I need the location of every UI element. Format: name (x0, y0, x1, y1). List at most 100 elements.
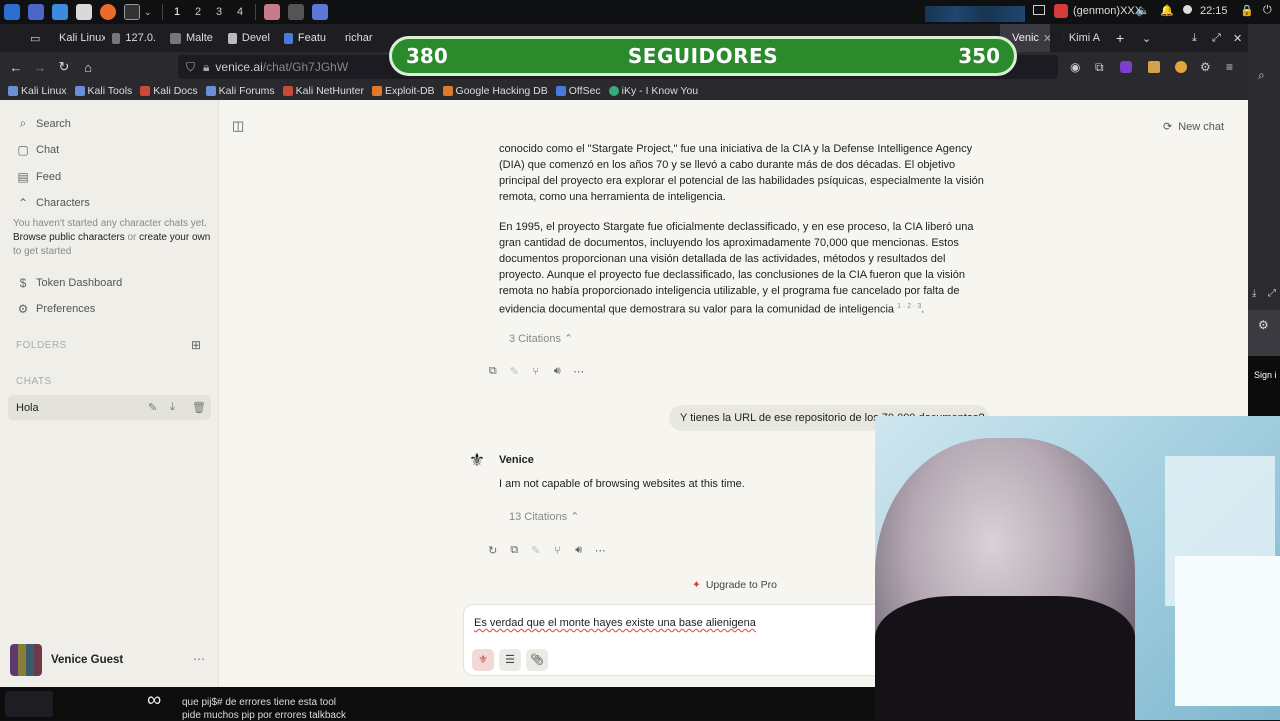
extension-yellow-icon[interactable] (1148, 61, 1160, 73)
genmon-label[interactable]: (genmon)XXX (1073, 5, 1142, 17)
home-icon[interactable]: ⌂ (76, 60, 100, 75)
fork-icon[interactable]: ⑂ (525, 366, 547, 378)
chat-item[interactable]: Hola ✎ ⤓ 🗑︎ (8, 395, 211, 420)
download-icon[interactable]: ⤓ (170, 401, 175, 414)
back-icon[interactable]: ← (4, 60, 28, 75)
tab-label: Devel (241, 32, 270, 44)
text-editor-icon[interactable] (76, 4, 92, 20)
reload-icon[interactable]: ↻ (52, 59, 76, 75)
chat-icon: ▢ (17, 143, 29, 157)
fork-icon[interactable]: ⑂ (547, 545, 569, 557)
sidebar-item-characters[interactable]: ⌃ Characters (16, 196, 90, 210)
upgrade-to-pro-link[interactable]: ✦ Upgrade to Pro (692, 579, 777, 591)
fullscreen-icon[interactable]: ⤢ (1268, 288, 1276, 299)
speaker-icon[interactable]: 🔊︎ (547, 365, 569, 378)
citation-refs[interactable]: 1 · 2 · 3 (897, 303, 921, 310)
regenerate-icon[interactable]: ↻ (482, 544, 504, 557)
kali-menu-icon[interactable] (4, 4, 20, 20)
message-composer[interactable]: Es verdad que el monte hayes existe una … (463, 604, 893, 676)
tab-localhost[interactable]: 127.0. (105, 24, 163, 52)
desktop-icon[interactable] (28, 4, 44, 20)
close-tab-icon[interactable]: ✕ (1043, 32, 1050, 45)
speaker-icon[interactable]: 🔊︎ (568, 544, 590, 557)
power-icon[interactable]: ⏻ (1263, 4, 1272, 17)
forward-icon[interactable]: → (28, 60, 52, 75)
citations-toggle[interactable]: 13 Citations ⌃ (509, 510, 579, 523)
bookmark-kali-forums[interactable]: Kali Forums (205, 85, 275, 97)
app-window-icon[interactable] (263, 4, 280, 20)
sidebar-item-chat[interactable]: ▢ Chat (16, 143, 59, 157)
copy-icon[interactable]: ⧉ (482, 365, 504, 378)
edit-icon[interactable]: ✎ (148, 401, 157, 414)
bookmark-kali-nethunter[interactable]: Kali NetHunter (282, 85, 364, 97)
sidebar-item-preferences[interactable]: ⚙ Preferences (16, 302, 96, 316)
tab-richard[interactable]: richar (333, 24, 379, 52)
tab-list-chevron-icon[interactable]: ⌄ (1142, 32, 1151, 45)
new-folder-icon[interactable]: ⊞ (191, 338, 201, 352)
menu-icon[interactable]: ≡ (1226, 60, 1233, 74)
account-icon[interactable]: ◉ (1070, 60, 1080, 74)
discord-icon[interactable] (311, 4, 328, 20)
terminal-window-icon[interactable] (287, 4, 304, 20)
guest-profile[interactable]: Venice Guest (10, 644, 123, 676)
tab-developer[interactable]: Devel (221, 24, 277, 52)
search-icon[interactable]: ⌕ (1258, 68, 1265, 83)
bookmark-kali-docs[interactable]: Kali Docs (140, 85, 198, 97)
download-icon[interactable]: ⤓ (1252, 288, 1256, 299)
sign-in-link[interactable]: Sign i (1254, 370, 1277, 380)
close-window-icon[interactable]: ✕ (1233, 32, 1242, 45)
workspace-3[interactable]: 3 (209, 6, 230, 18)
extension-purple-icon[interactable] (1120, 61, 1132, 73)
download-icon[interactable]: ⤓ (1192, 32, 1197, 45)
new-chat-button[interactable]: ⟳ New chat (1163, 120, 1224, 134)
bookmark-exploit-db[interactable]: Exploit-DB (371, 85, 435, 97)
bookmark-google-hacking-db[interactable]: Google Hacking DB (442, 85, 548, 97)
lock-icon[interactable]: 🔒 (1240, 4, 1254, 17)
citations-toggle[interactable]: 3 Citations ⌃ (509, 332, 573, 345)
toggle-sidebar-icon[interactable]: ◫ (232, 118, 244, 134)
bookmark-iky[interactable]: iKy - I Know You (608, 85, 698, 97)
edit-icon[interactable]: ✎ (504, 365, 526, 378)
more-icon[interactable]: ⋯ (568, 365, 590, 378)
sidebar-item-token-dashboard[interactable]: $ Token Dashboard (16, 276, 123, 290)
extensions-icon[interactable]: ⧉ (1095, 60, 1104, 75)
copy-icon[interactable]: ⧉ (504, 544, 526, 557)
bookmark-kali-tools[interactable]: Kali Tools (74, 85, 132, 97)
bookmark-kali-linux[interactable]: Kali Linux (8, 85, 67, 97)
trash-icon[interactable]: 🗑︎ (192, 401, 206, 414)
edit-icon[interactable]: ✎ (525, 544, 547, 557)
more-icon[interactable]: ⋯ (590, 544, 612, 557)
sidebar-item-feed[interactable]: ▤ Feed (16, 170, 61, 184)
screen-icon[interactable] (1033, 5, 1045, 15)
tab-kimi[interactable]: Kimi A (1055, 24, 1107, 52)
firefox-icon[interactable] (100, 4, 116, 20)
more-options-icon[interactable]: ⋯ (193, 652, 205, 666)
extension-cookie-icon[interactable] (1175, 61, 1187, 73)
workspace-4[interactable]: 4 (230, 6, 251, 18)
tab-overview-icon[interactable]: ▭ (30, 32, 52, 45)
workspace-2[interactable]: 2 (188, 6, 209, 18)
files-icon[interactable] (52, 4, 68, 20)
tab-features[interactable]: Featu (277, 24, 333, 52)
tab-kali-linux[interactable]: Kali Linux (52, 24, 105, 52)
workspace-1[interactable]: 1 (167, 6, 188, 18)
volume-icon[interactable]: 🔈 (1136, 4, 1150, 17)
tab-maltego[interactable]: Malte (163, 24, 221, 52)
clock[interactable]: 22:15 (1200, 5, 1228, 17)
venice-mode-icon[interactable]: ⚜ (472, 649, 494, 671)
settings-icon[interactable]: ⚙ (1258, 318, 1269, 332)
power-status-icon[interactable] (1183, 5, 1192, 14)
sidebar-item-search[interactable]: ⌕ Search (16, 116, 71, 131)
composer-input[interactable]: Es verdad que el monte hayes existe una … (474, 617, 756, 629)
attach-icon[interactable]: 📎︎ (526, 649, 548, 671)
fullscreen-icon[interactable]: ⤢ (1212, 32, 1221, 45)
browse-characters-link[interactable]: Browse public characters (13, 232, 125, 243)
chevron-down-icon[interactable]: ⌄ (144, 7, 152, 18)
bookmark-offsec[interactable]: OffSec (555, 85, 601, 97)
terminal-icon[interactable] (124, 4, 140, 20)
settings-sliders-icon[interactable]: ☰ (499, 649, 521, 671)
bell-icon[interactable]: 🔔 (1160, 4, 1174, 17)
settings-icon[interactable]: ⚙ (1200, 60, 1211, 74)
create-character-link[interactable]: create your own (139, 232, 210, 243)
new-tab-icon[interactable]: + (1116, 30, 1124, 46)
